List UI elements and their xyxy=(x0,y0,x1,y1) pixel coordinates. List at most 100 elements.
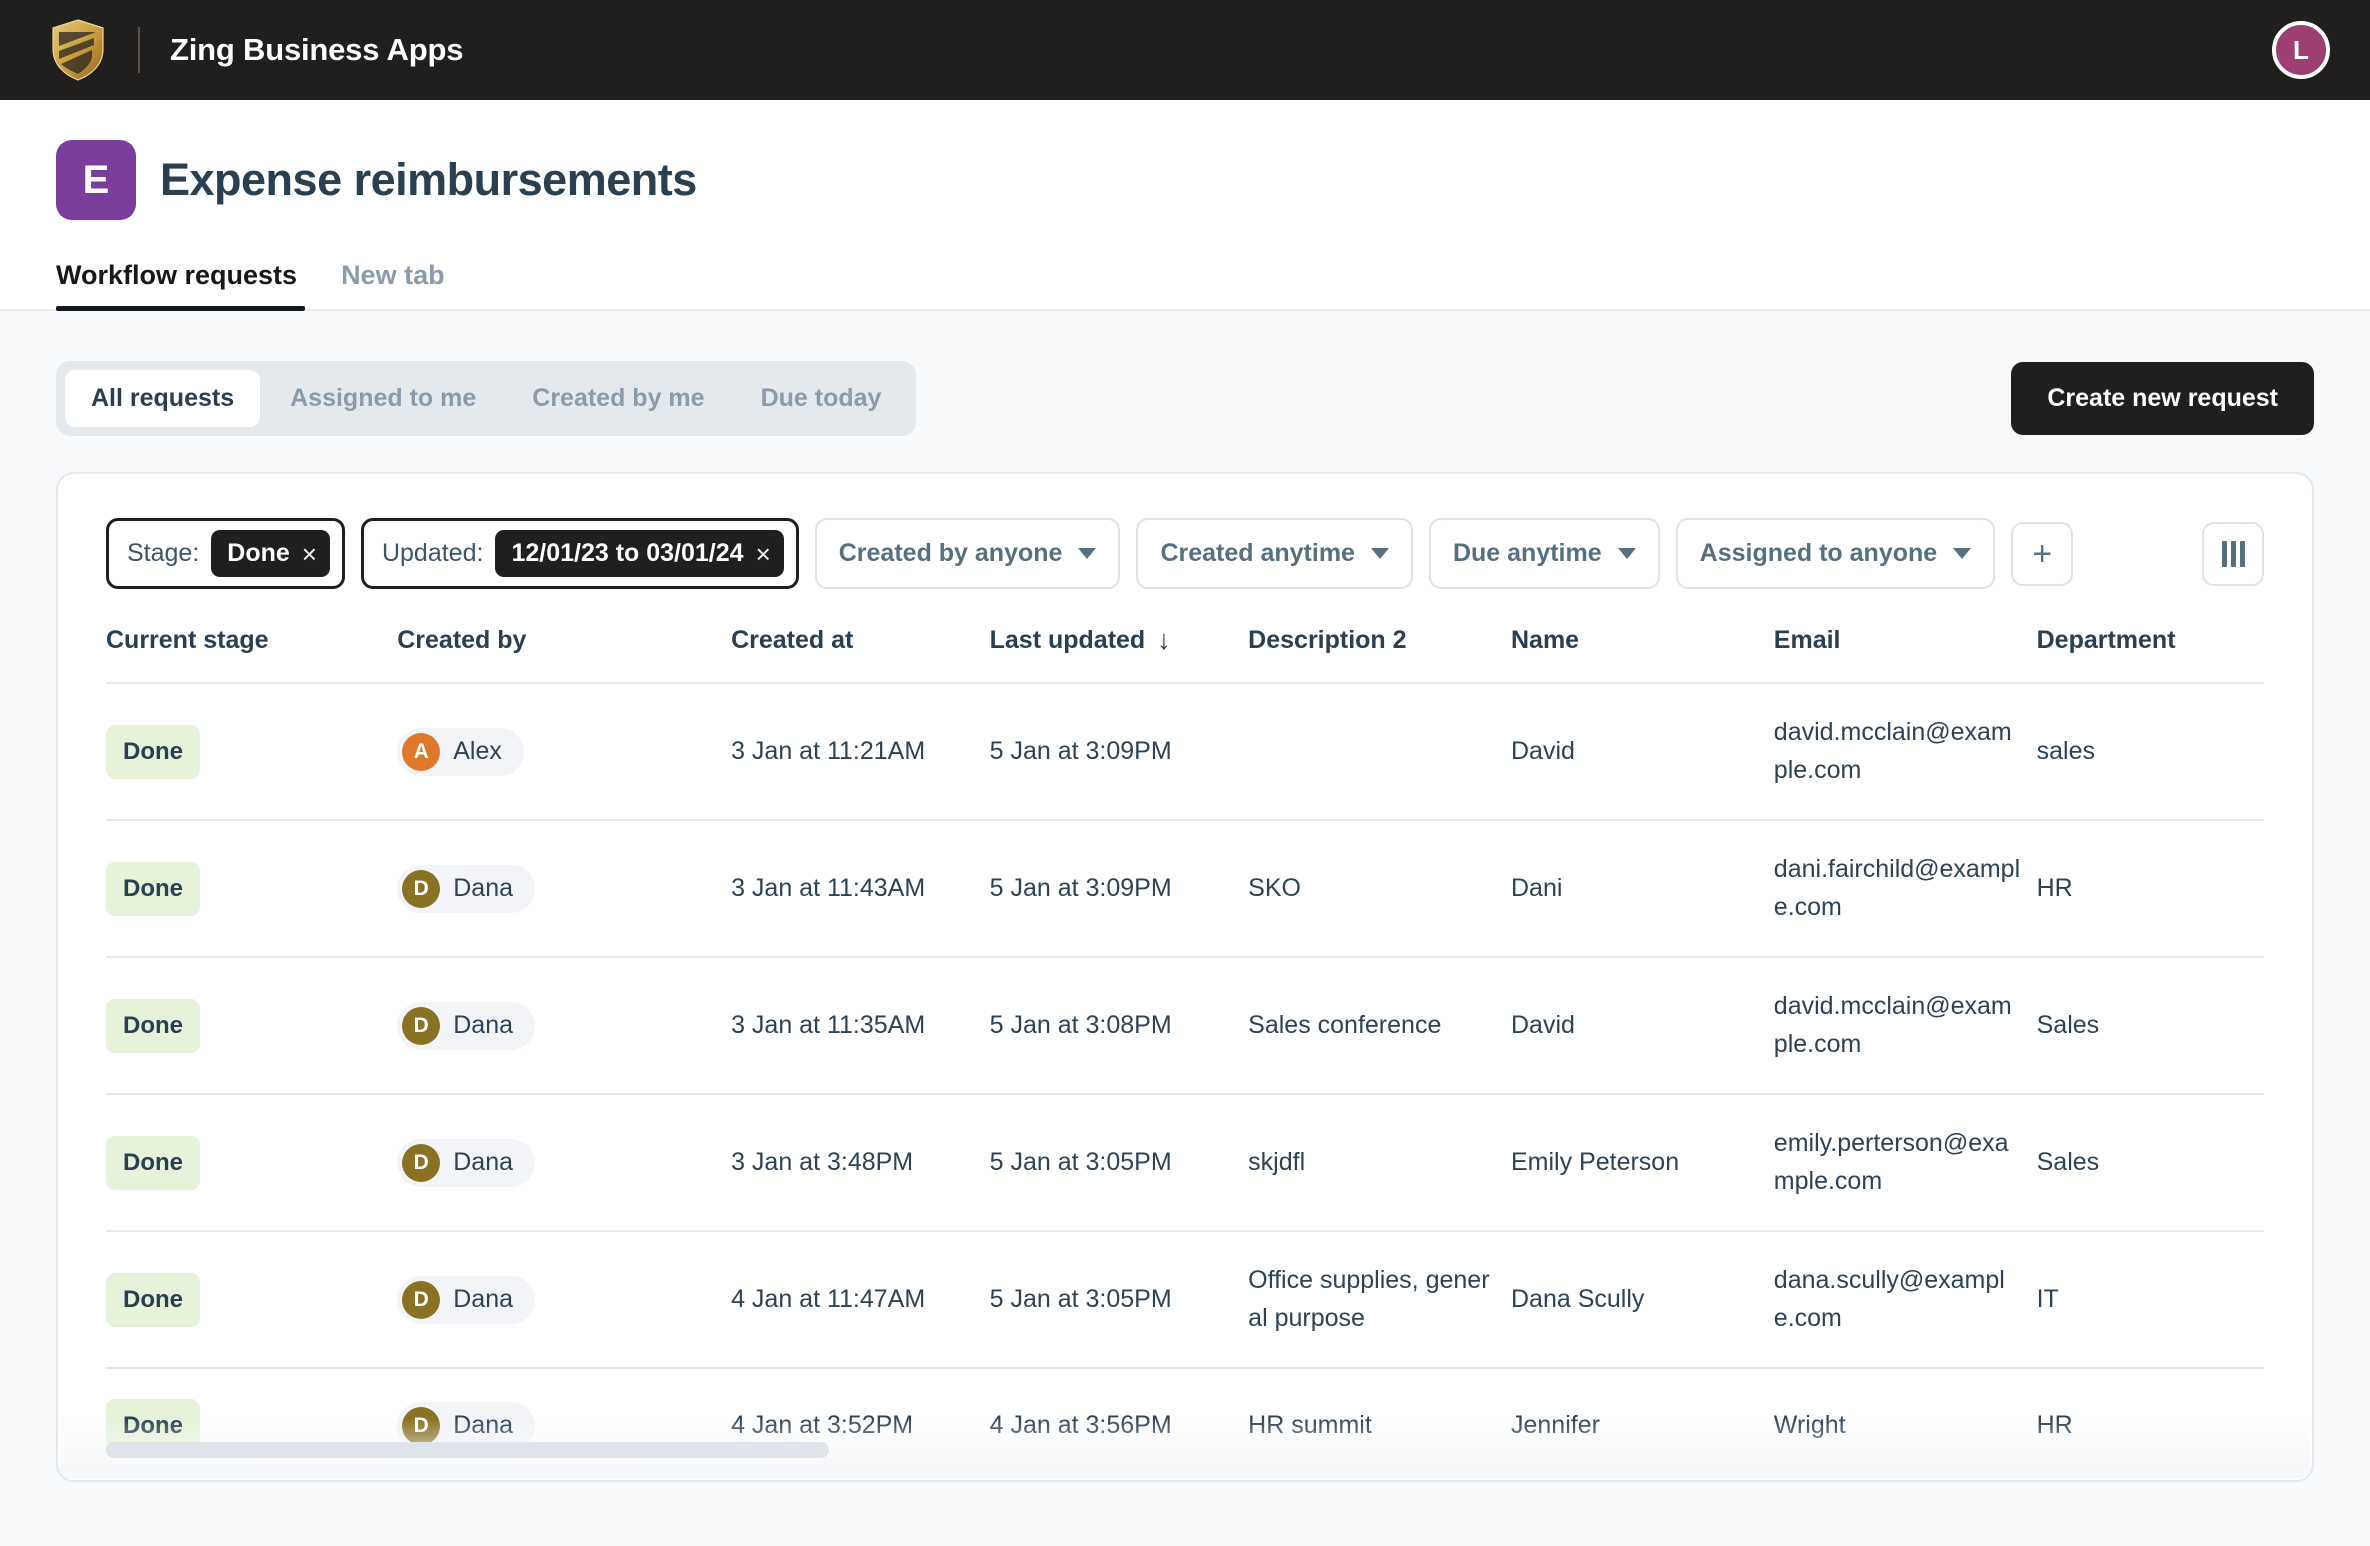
cell-department: Sales xyxy=(2037,1094,2264,1231)
filter-created-anytime-label: Created anytime xyxy=(1160,539,1355,568)
person-chip[interactable]: DDana xyxy=(397,1002,535,1050)
filter-created-by[interactable]: Created by anyone xyxy=(815,518,1121,589)
column-header-last-updated[interactable]: Last updated↓ xyxy=(990,625,1249,683)
view-segmented-control: All requests Assigned to me Created by m… xyxy=(56,361,916,436)
cell-last-updated: 5 Jan at 3:05PM xyxy=(990,1231,1249,1368)
column-header-description-2[interactable]: Description 2 xyxy=(1248,625,1511,683)
cell-created-by: AAlex xyxy=(397,683,731,820)
column-header-label: Description 2 xyxy=(1248,626,1406,654)
title-row: E Expense reimbursements xyxy=(0,140,2370,220)
column-header-name[interactable]: Name xyxy=(1511,625,1774,683)
cell-last-updated: 4 Jan at 3:56PM xyxy=(990,1368,1249,1482)
filter-created-anytime[interactable]: Created anytime xyxy=(1136,518,1413,589)
filter-assigned-to-label: Assigned to anyone xyxy=(1700,539,1938,568)
plus-icon: + xyxy=(2032,537,2052,571)
cell-current-stage: Done xyxy=(106,1231,397,1368)
cell-name: Dana Scully xyxy=(1511,1231,1774,1368)
cell-last-updated: 5 Jan at 3:09PM xyxy=(990,683,1249,820)
person-chip[interactable]: AAlex xyxy=(397,728,524,776)
filter-chip-stage[interactable]: Stage: Done × xyxy=(106,518,345,589)
column-header-created-at[interactable]: Created at xyxy=(731,625,990,683)
filter-assigned-to[interactable]: Assigned to anyone xyxy=(1676,518,1996,589)
cell-email: david.mcclain@example.com xyxy=(1774,957,2037,1094)
person-chip[interactable]: DDana xyxy=(397,1276,535,1324)
segment-due-today[interactable]: Due today xyxy=(735,370,908,427)
cell-email: dani.fairchild@example.com xyxy=(1774,820,2037,957)
chevron-down-icon xyxy=(1618,548,1636,559)
app-badge: E xyxy=(56,140,136,220)
requests-table-wrap: Current stage Created by Created at Last… xyxy=(58,625,2312,1482)
filter-chip-updated-label: Updated: xyxy=(382,539,483,568)
cell-created-at: 4 Jan at 11:47AM xyxy=(731,1231,990,1368)
table-row[interactable]: Done DDana 4 Jan at 11:47AM5 Jan at 3:05PM… xyxy=(106,1231,2264,1368)
segment-all-requests[interactable]: All requests xyxy=(65,370,260,427)
close-icon[interactable]: × xyxy=(302,541,317,567)
column-header-created-by[interactable]: Created by xyxy=(397,625,731,683)
table-row[interactable]: DoneDDana3 Jan at 11:43AM5 Jan at 3:09PM… xyxy=(106,820,2264,957)
filter-chip-updated[interactable]: Updated: 12/01/23 to 03/01/24 × xyxy=(361,518,799,589)
filter-chip-updated-value-text: 12/01/23 to 03/01/24 xyxy=(511,539,743,568)
filter-chip-stage-value[interactable]: Done × xyxy=(211,530,330,577)
horizontal-scrollbar-thumb[interactable] xyxy=(106,1442,829,1458)
cell-description-2 xyxy=(1248,683,1511,820)
column-settings-button[interactable] xyxy=(2202,522,2264,586)
cell-description-2: HR summit xyxy=(1248,1368,1511,1482)
add-filter-button[interactable]: + xyxy=(2011,522,2073,586)
cell-name: Dani xyxy=(1511,820,1774,957)
brand-divider xyxy=(138,27,140,73)
table-row[interactable]: DoneDDana4 Jan at 3:52PM4 Jan at 3:56PMH… xyxy=(106,1368,2264,1482)
table-row[interactable]: DoneAAlex3 Jan at 11:21AM5 Jan at 3:09PM… xyxy=(106,683,2264,820)
cell-last-updated: 5 Jan at 3:08PM xyxy=(990,957,1249,1094)
cell-email: emily.perterson@example.com xyxy=(1774,1094,2037,1231)
cell-current-stage: Done xyxy=(106,1368,397,1482)
cell-name: Jennifer xyxy=(1511,1368,1774,1482)
person-name: Dana xyxy=(453,1407,513,1445)
cell-department: Sales xyxy=(2037,957,2264,1094)
cell-last-updated: 5 Jan at 3:05PM xyxy=(990,1094,1249,1231)
filter-due-anytime[interactable]: Due anytime xyxy=(1429,518,1660,589)
column-header-label: Last updated xyxy=(990,626,1146,655)
column-header-label: Created at xyxy=(731,626,853,655)
person-name: Dana xyxy=(453,1281,513,1319)
column-header-label: Department xyxy=(2037,626,2176,655)
status-badge: Done xyxy=(106,862,200,916)
chevron-down-icon xyxy=(1371,548,1389,559)
cell-name: Emily Peterson xyxy=(1511,1094,1774,1231)
table-row[interactable]: DoneDDana3 Jan at 3:48PM5 Jan at 3:05PMs… xyxy=(106,1094,2264,1231)
filter-chip-stage-value-text: Done xyxy=(227,539,290,568)
person-chip[interactable]: DDana xyxy=(397,865,535,913)
column-header-current-stage[interactable]: Current stage xyxy=(106,625,397,683)
shield-logo-icon xyxy=(50,19,106,81)
filter-due-anytime-label: Due anytime xyxy=(1453,539,1602,568)
status-badge: Done xyxy=(106,1273,200,1327)
cell-last-updated: 5 Jan at 3:09PM xyxy=(990,820,1249,957)
top-navigation-bar: Zing Business Apps L xyxy=(0,0,2370,100)
close-icon[interactable]: × xyxy=(756,541,771,567)
cell-department: HR xyxy=(2037,1368,2264,1482)
chevron-down-icon xyxy=(1078,548,1096,559)
cell-description-2: Sales conference xyxy=(1248,957,1511,1094)
page-title: Expense reimbursements xyxy=(160,154,697,206)
column-header-label: Name xyxy=(1511,626,1579,655)
chevron-down-icon xyxy=(1953,548,1971,559)
cell-current-stage: Done xyxy=(106,957,397,1094)
column-header-department[interactable]: Department xyxy=(2037,625,2264,683)
cell-department: HR xyxy=(2037,820,2264,957)
tab-workflow-requests[interactable]: Workflow requests xyxy=(56,260,319,309)
segment-assigned-to-me[interactable]: Assigned to me xyxy=(264,370,502,427)
create-new-request-button[interactable]: Create new request xyxy=(2011,362,2314,435)
horizontal-scrollbar[interactable] xyxy=(106,1442,2264,1458)
filter-chip-updated-value[interactable]: 12/01/23 to 03/01/24 × xyxy=(495,530,783,577)
tab-new-tab[interactable]: New tab xyxy=(319,260,467,309)
segment-created-by-me[interactable]: Created by me xyxy=(506,370,730,427)
column-header-email[interactable]: Email xyxy=(1774,625,2037,683)
column-header-label: Current stage xyxy=(106,626,269,655)
user-avatar[interactable]: L xyxy=(2272,21,2330,79)
person-chip[interactable]: DDana xyxy=(397,1139,535,1187)
cell-name: David xyxy=(1511,957,1774,1094)
cell-current-stage: Done xyxy=(106,683,397,820)
avatar: D xyxy=(402,1407,440,1445)
brand-group[interactable]: Zing Business Apps xyxy=(34,19,463,81)
brand-name: Zing Business Apps xyxy=(170,32,463,68)
table-row[interactable]: DoneDDana3 Jan at 11:35AM5 Jan at 3:08PM… xyxy=(106,957,2264,1094)
